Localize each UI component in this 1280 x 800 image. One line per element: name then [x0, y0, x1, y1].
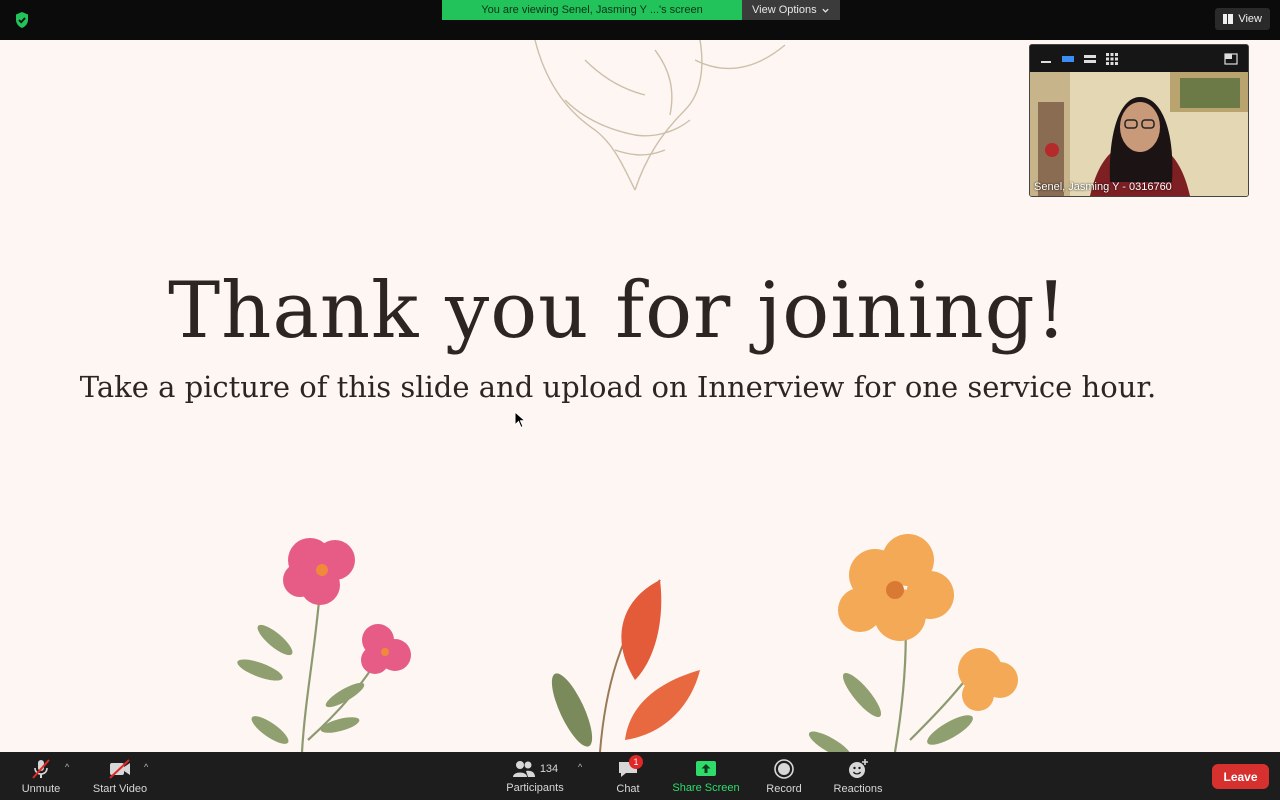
pink-flower-decoration	[237, 538, 411, 752]
share-screen-button[interactable]: Share Screen	[668, 752, 744, 800]
participants-options-caret[interactable]: ^	[578, 762, 582, 772]
slide-title: Thank you for joining!	[168, 266, 1068, 356]
shield-icon[interactable]	[12, 10, 32, 30]
chevron-down-icon	[821, 8, 829, 13]
view-options-button[interactable]: View Options	[742, 0, 840, 20]
video-options-caret[interactable]: ^	[144, 762, 148, 772]
unmute-label: Unmute	[21, 782, 61, 795]
exit-fullscreen-icon[interactable]	[1224, 52, 1238, 65]
sketch-flower-decoration	[534, 40, 786, 191]
speaker-view-icon[interactable]	[1062, 53, 1074, 65]
slide-subtitle: Take a picture of this slide and upload …	[79, 370, 1157, 404]
participants-button[interactable]: 134 Participants	[500, 752, 570, 800]
mouse-cursor-icon	[514, 411, 526, 429]
orange-flower-decoration	[808, 534, 1018, 752]
orange-leaf-decoration	[551, 579, 700, 752]
strip-view-icon[interactable]	[1084, 53, 1096, 65]
reactions-icon	[849, 758, 868, 778]
video-off-icon	[109, 758, 130, 779]
participants-label: Participants	[506, 781, 564, 794]
view-label: View	[1238, 13, 1262, 25]
top-bar: You are viewing Senel, Jasming Y ...'s s…	[0, 0, 1280, 40]
minimize-icon[interactable]	[1040, 53, 1052, 65]
share-screen-label: Share Screen	[672, 781, 740, 794]
meeting-toolbar: Unmute ^ Start Video ^ 134 Participants …	[0, 752, 1280, 800]
unmute-button[interactable]: Unmute	[16, 752, 66, 800]
participants-icon-group: 134	[512, 759, 558, 779]
chat-button[interactable]: 1 Chat	[608, 752, 648, 800]
view-button[interactable]: View	[1215, 8, 1270, 30]
participant-name: Senel, Jasming Y - 0316760	[1034, 181, 1172, 193]
self-view-tile[interactable]: Senel, Jasming Y - 0316760	[1029, 44, 1249, 197]
start-video-label: Start Video	[92, 782, 148, 795]
video-feed: Senel, Jasming Y - 0316760	[1030, 72, 1248, 196]
grid-view-icon[interactable]	[1106, 52, 1118, 65]
tile-header	[1030, 45, 1248, 72]
participant-video-image	[1030, 72, 1248, 196]
view-options-label: View Options	[752, 4, 817, 16]
record-button[interactable]: Record	[762, 752, 806, 800]
share-screen-icon	[696, 760, 716, 776]
participants-icon	[512, 760, 535, 777]
chat-badge: 1	[629, 755, 643, 769]
audio-options-caret[interactable]: ^	[65, 762, 69, 772]
leave-button[interactable]: Leave	[1212, 764, 1269, 789]
reactions-button[interactable]: Reactions	[830, 752, 886, 800]
microphone-muted-icon	[32, 758, 50, 779]
chat-label: Chat	[616, 782, 640, 795]
gallery-view-icon	[1223, 14, 1234, 24]
reactions-label: Reactions	[833, 782, 883, 795]
start-video-button[interactable]: Start Video	[88, 752, 152, 800]
record-label: Record	[766, 782, 802, 795]
viewing-text: You are viewing Senel, Jasming Y ...'s s…	[442, 0, 742, 20]
record-icon	[774, 758, 794, 779]
viewing-banner: You are viewing Senel, Jasming Y ...'s s…	[442, 0, 840, 20]
participants-count: 134	[539, 762, 559, 775]
